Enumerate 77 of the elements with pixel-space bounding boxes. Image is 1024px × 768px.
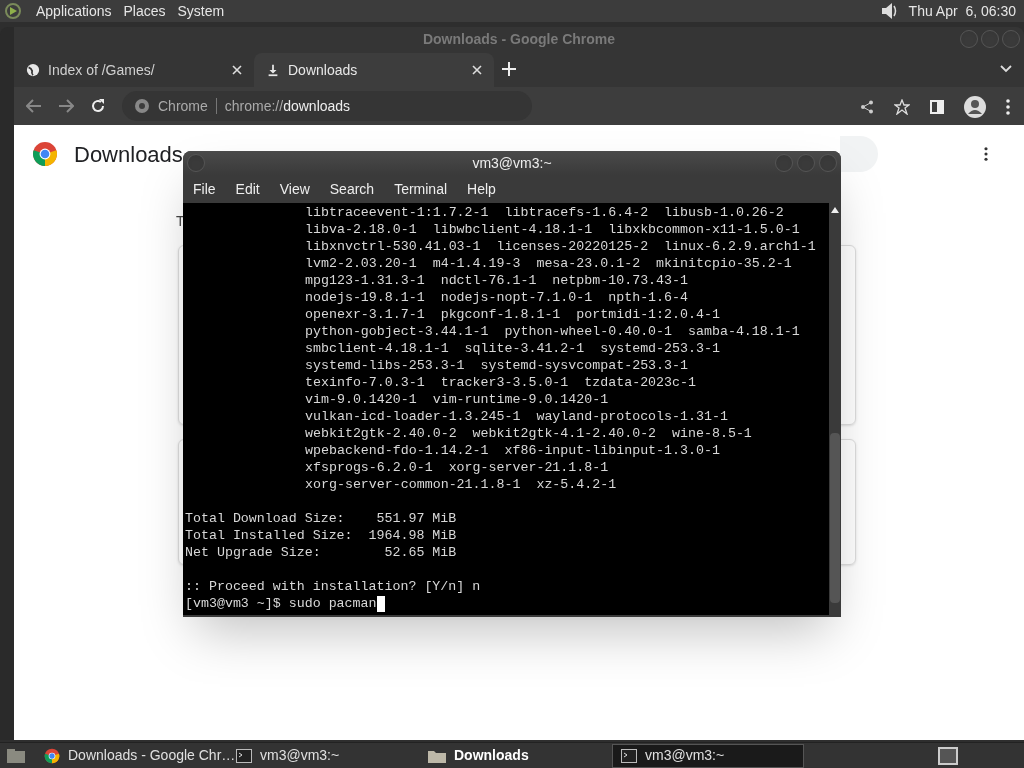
folder-icon <box>428 748 446 763</box>
taskbar-label: vm3@vm3:~ <box>645 746 725 765</box>
menu-item[interactable]: Search <box>329 178 375 200</box>
menu-item[interactable]: File <box>193 178 216 200</box>
browser-tab[interactable]: Index of /Games/ <box>14 53 254 87</box>
more-options-icon[interactable] <box>1006 99 1010 115</box>
terminal-line: :: Proceed with installation? [Y/n] n <box>185 578 481 595</box>
search-field[interactable] <box>840 136 878 172</box>
panel-menu[interactable]: System <box>177 0 225 22</box>
taskbar-label: Downloads <box>454 746 529 765</box>
menu-item[interactable]: Terminal <box>394 178 448 200</box>
clock[interactable]: Thu Apr 6, 06:30 <box>908 0 1016 22</box>
workspace-switcher[interactable] <box>938 746 958 765</box>
terminal-line: nodejs-19.8.1-1 nodejs-nopt-7.1.0-1 npth-1.6-4 <box>305 289 688 306</box>
terminal-line: vim-9.0.1420-1 vim-runtime-9.0.1420-1 <box>305 391 609 408</box>
terminal-line: python-gobject-3.44.1-1 python-wheel-0.40.0-1 samba-4.18.1-1 <box>305 323 800 340</box>
panel-menu[interactable]: Applications <box>36 0 112 22</box>
terminal-line: openexr-3.1.7-1 pkgconf-1.8.1-1 portmidi-1:2.0.4-1 <box>305 306 720 323</box>
distro-logo-icon <box>4 2 24 20</box>
terminal-line: Total Download Size: 551.97 MiB <box>185 510 457 527</box>
browser-tab[interactable]: Downloads <box>254 53 494 87</box>
taskbar-button[interactable]: Downloads <box>420 743 612 768</box>
chevron-down-icon[interactable] <box>1000 65 1012 73</box>
globe-icon <box>26 63 40 77</box>
scrollbar[interactable] <box>829 203 841 615</box>
close-icon[interactable] <box>232 65 242 75</box>
taskbar-label: vm3@vm3:~ <box>260 746 340 765</box>
new-tab-icon[interactable] <box>502 62 516 76</box>
menu-item[interactable]: View <box>279 178 310 200</box>
menu-item[interactable]: Edit <box>235 178 260 200</box>
terminal-icon <box>236 748 252 763</box>
menu-item[interactable]: Help <box>467 178 496 200</box>
terminal-line: systemd-libs-253.3-1 systemd-sysvcompat-253.3-1 <box>305 357 688 374</box>
terminal-line: Net Upgrade Size: 52.65 MiB <box>185 544 457 561</box>
terminal-line: libva-2.18.0-1 libwbclient-4.18.1-1 libxkbcommon-x11-1.5.0-1 <box>305 221 800 238</box>
tab-title: Downloads <box>288 60 359 80</box>
terminal-line: xfsprogs-6.2.0-1 xorg-server-21.1.8-1 <box>305 459 609 476</box>
window-title: vm3@vm3:~ <box>472 155 552 171</box>
chrome-logo-icon <box>44 747 60 764</box>
chrome-mark-icon <box>134 98 150 114</box>
terminal-icon <box>621 748 637 763</box>
avatar-icon[interactable] <box>964 96 986 118</box>
text-cursor <box>376 595 385 612</box>
terminal-line: libtraceevent-1:1.7.2-1 libtracefs-1.6.4-2 libusb-1.0.26-2 <box>305 204 784 221</box>
page-heading: Downloads <box>74 140 183 169</box>
terminal-line: wpebackend-fdo-1.14.2-1 xf86-input-libinput-1.3.0-1 <box>305 442 720 459</box>
forward-arrow-icon[interactable] <box>58 99 74 113</box>
terminal-line: texinfo-7.0.3-1 tracker3-3.5.0-1 tzdata-2023c-1 <box>305 374 696 391</box>
download-icon <box>266 63 280 77</box>
chrome-logo-icon <box>32 141 58 167</box>
scrollbar-thumb[interactable] <box>830 433 840 603</box>
terminal-line: lvm2-2.03.20-1 m4-1.4.19-3 mesa-23.0.1-2 mkinitcpio-35.2-1 <box>305 255 792 272</box>
address-bar[interactable]: Chrome chrome://downloads <box>122 91 532 121</box>
terminal-line: Total Installed Size: 1964.98 MiB <box>185 527 457 544</box>
site-label: Chrome <box>158 96 208 116</box>
close-icon[interactable] <box>472 65 482 75</box>
terminal-line: libxnvctrl-530.41.03-1 licenses-20220125-2 linux-6.2.9.arch1-1 <box>305 238 816 255</box>
taskbar-label: Downloads - Google Chr… <box>68 746 236 765</box>
terminal-line: xorg-server-common-21.1.8-1 xz-5.4.2-1 <box>305 476 617 493</box>
desktop-icon[interactable] <box>6 747 26 764</box>
scroll-up-icon[interactable] <box>831 207 839 213</box>
tab-title: Index of /Games/ <box>48 60 156 80</box>
terminal-line: mpg123-1.31.3-1 ndctl-76.1-1 netpbm-10.73.43-1 <box>305 272 688 289</box>
panel-menu[interactable]: Places <box>123 0 166 22</box>
more-options-icon[interactable] <box>984 147 988 161</box>
window-title: Downloads - Google Chrome <box>422 31 616 47</box>
terminal-line: vulkan-icd-loader-1.3.245-1 wayland-protocols-1.31-1 <box>305 408 728 425</box>
back-arrow-icon[interactable] <box>26 99 42 113</box>
side-panel-icon[interactable] <box>930 100 944 114</box>
terminal-line: smbclient-4.18.1-1 sqlite-3.41.2-1 systemd-253.3-1 <box>305 340 720 357</box>
share-icon[interactable] <box>860 100 874 114</box>
terminal-line: [vm3@vm3 ~]$ sudo pacman <box>185 595 377 612</box>
url-text: chrome://downloads <box>224 96 351 116</box>
star-icon[interactable] <box>894 99 910 115</box>
reload-icon[interactable] <box>90 98 106 114</box>
terminal-line: webkit2gtk-2.40.0-2 webkit2gtk-4.1-2.40.0-2 wine-8.5-1 <box>305 425 752 442</box>
taskbar-button[interactable]: vm3@vm3:~ <box>612 743 804 768</box>
